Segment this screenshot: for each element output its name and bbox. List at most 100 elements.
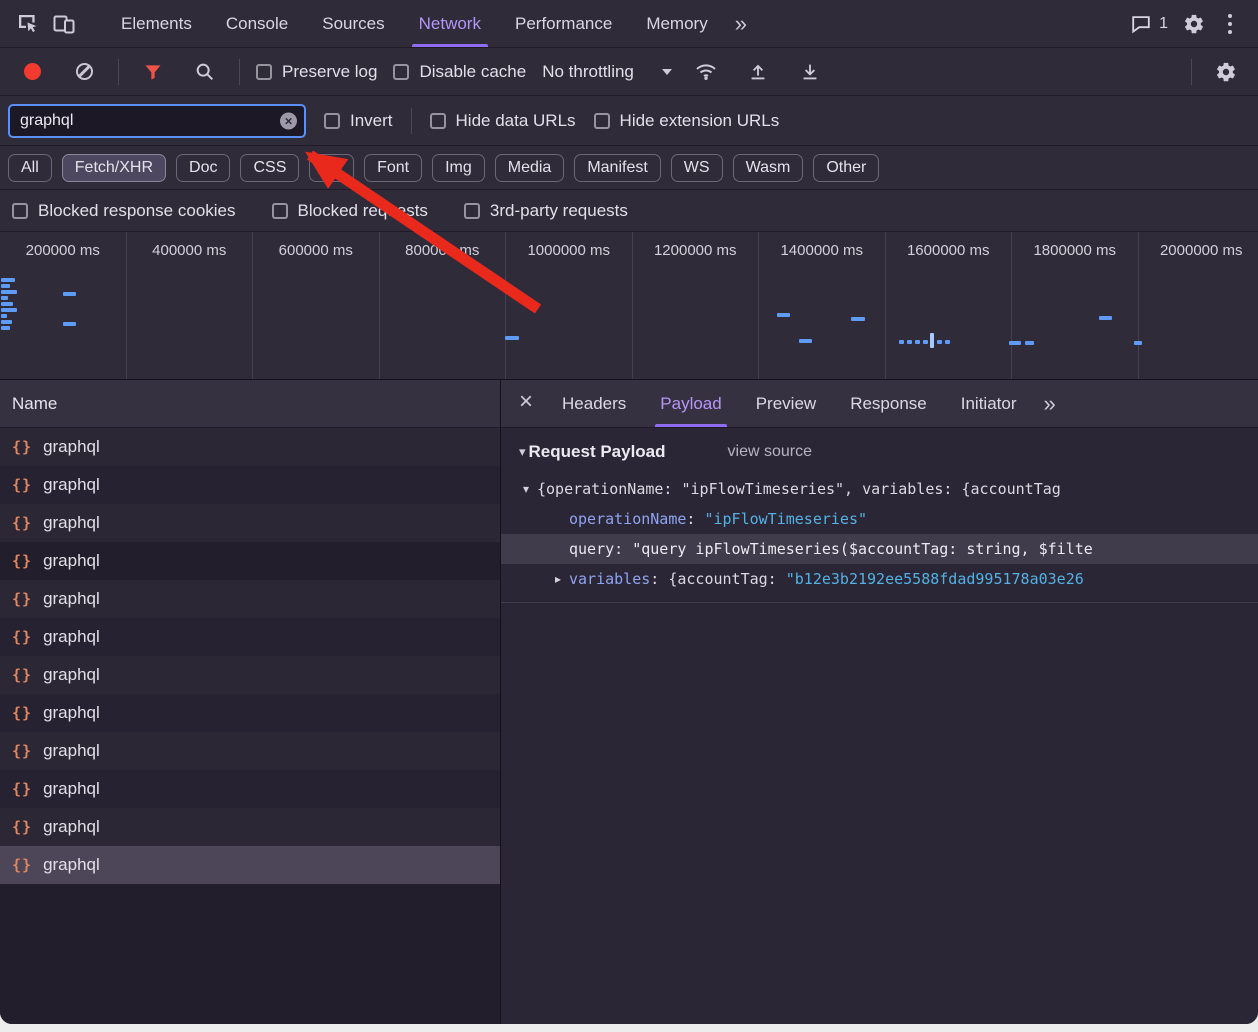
panel-tab[interactable]: Console [209,0,305,47]
hide-extension-urls-label: Hide extension URLs [620,111,780,131]
throttling-dropdown[interactable]: No throttling [542,62,672,82]
more-panels-button[interactable]: » [725,11,757,37]
panel-tab[interactable]: Sources [305,0,401,47]
export-har-button[interactable] [792,54,828,90]
expand-triangle-icon[interactable]: ▾ [515,482,537,496]
json-braces-icon: {} [12,552,32,570]
request-row[interactable]: {} graphql [0,504,500,542]
json-braces-icon: {} [12,438,32,456]
details-tab[interactable]: Preview [739,380,833,427]
expand-triangle-icon[interactable]: ▸ [547,572,569,586]
more-details-tabs-button[interactable]: » [1034,391,1066,417]
timeline-column: 400000 ms [127,232,254,379]
collapse-triangle-icon[interactable]: ▾ [519,445,526,460]
details-tab[interactable]: Initiator [944,380,1034,427]
details-tab[interactable]: Response [833,380,944,427]
panel-tab[interactable]: Memory [629,0,724,47]
panel-tab[interactable]: Elements [104,0,209,47]
device-toolbar-button[interactable] [46,6,82,42]
timeline-bar [945,340,950,344]
preserve-log-checkbox[interactable] [256,64,272,80]
details-tab-label: Initiator [961,394,1017,414]
extra-filter-toggle[interactable]: Blocked response cookies [12,201,236,221]
request-row[interactable]: {} graphql [0,732,500,770]
payload-value-string: "ipFlowTimeseries" [704,510,867,528]
type-chip[interactable]: Wasm [733,154,804,182]
timeline-tick-label: 1000000 ms [527,242,610,259]
request-row[interactable]: {} graphql [0,808,500,846]
name-column-header[interactable]: Name [0,380,500,428]
type-chip-label: Img [445,159,472,176]
extra-filter-checkbox[interactable] [272,203,288,219]
issues-count: 1 [1159,15,1168,33]
type-chip[interactable]: Other [813,154,879,182]
request-row[interactable]: {} graphql [0,428,500,466]
panel-tab[interactable]: Performance [498,0,629,47]
extra-filter-toggle[interactable]: Blocked requests [272,201,428,221]
type-chip[interactable]: Manifest [574,154,660,182]
timeline-tick-label: 1200000 ms [654,242,737,259]
timeline-bar [915,340,920,344]
preserve-log-toggle[interactable]: Preserve log [256,62,377,82]
hide-extension-urls-checkbox[interactable] [594,113,610,129]
details-tab-label: Headers [562,394,626,414]
request-row[interactable]: {} graphql [0,580,500,618]
view-source-link[interactable]: view source [728,443,812,461]
payload-root-row[interactable]: ▾{operationName: "ipFlowTimeseries", var… [501,474,1258,504]
json-braces-icon: {} [12,476,32,494]
import-har-button[interactable] [740,54,776,90]
request-row[interactable]: {} graphql [0,618,500,656]
inspect-element-button[interactable] [10,6,46,42]
issues-counter[interactable]: 1 [1122,13,1176,35]
type-chip-label: Media [508,159,552,176]
panel-tab-label: Memory [646,14,707,34]
hide-extension-urls-toggle[interactable]: Hide extension URLs [594,111,780,131]
type-chip[interactable]: All [8,154,52,182]
network-conditions-button[interactable] [688,54,724,90]
close-details-icon[interactable]: × [513,388,545,419]
type-chip[interactable]: Doc [176,154,230,182]
request-row[interactable]: {} graphql [0,656,500,694]
type-chip[interactable]: WS [671,154,723,182]
settings-button[interactable] [1176,6,1212,42]
payload-row[interactable]: operationName: "ipFlowTimeseries" [501,504,1258,534]
payload-row[interactable]: query: "query ipFlowTimeseries($accountT… [501,534,1258,564]
json-braces-icon: {} [12,742,32,760]
details-tab[interactable]: Headers [545,380,643,427]
type-chip[interactable]: Media [495,154,565,182]
invert-checkbox[interactable] [324,113,340,129]
payload-root-preview: {operationName: "ipFlowTimeseries", vari… [537,480,1061,498]
hide-data-urls-toggle[interactable]: Hide data URLs [430,111,576,131]
clear-filter-icon[interactable]: × [280,112,297,129]
type-chip[interactable]: JS [309,154,354,182]
network-settings-button[interactable] [1208,54,1244,90]
extra-filter-toggle[interactable]: 3rd-party requests [464,201,628,221]
filter-toggle-button[interactable] [135,54,171,90]
request-row[interactable]: {} graphql [0,846,500,884]
details-tab[interactable]: Payload [643,380,738,427]
disable-cache-toggle[interactable]: Disable cache [393,62,526,82]
request-row[interactable]: {} graphql [0,542,500,580]
type-chip[interactable]: CSS [240,154,299,182]
request-row[interactable]: {} graphql [0,770,500,808]
clear-network-log-button[interactable] [66,54,102,90]
funnel-icon [143,62,163,82]
request-row[interactable]: {} graphql [0,694,500,732]
disable-cache-checkbox[interactable] [393,64,409,80]
network-filter-input[interactable] [8,104,306,138]
hide-data-urls-checkbox[interactable] [430,113,446,129]
type-chip[interactable]: Fetch/XHR [62,154,166,182]
extra-filter-checkbox[interactable] [464,203,480,219]
extra-filter-checkbox[interactable] [12,203,28,219]
network-overview-timeline[interactable]: 200000 ms 400000 ms 600000 ms 800000 ms … [0,232,1258,380]
type-chip[interactable]: Img [432,154,485,182]
search-network-button[interactable] [187,54,223,90]
payload-row[interactable]: ▸variables: {accountTag: "b12e3b2192ee55… [501,564,1258,594]
type-chip[interactable]: Font [364,154,422,182]
more-options-button[interactable] [1212,6,1248,42]
payload-value: "query ipFlowTimeseries($accountTag: str… [632,540,1093,558]
panel-tab[interactable]: Network [402,0,498,47]
request-row[interactable]: {} graphql [0,466,500,504]
record-network-log-button[interactable] [14,54,50,90]
invert-filter-toggle[interactable]: Invert [324,111,393,131]
